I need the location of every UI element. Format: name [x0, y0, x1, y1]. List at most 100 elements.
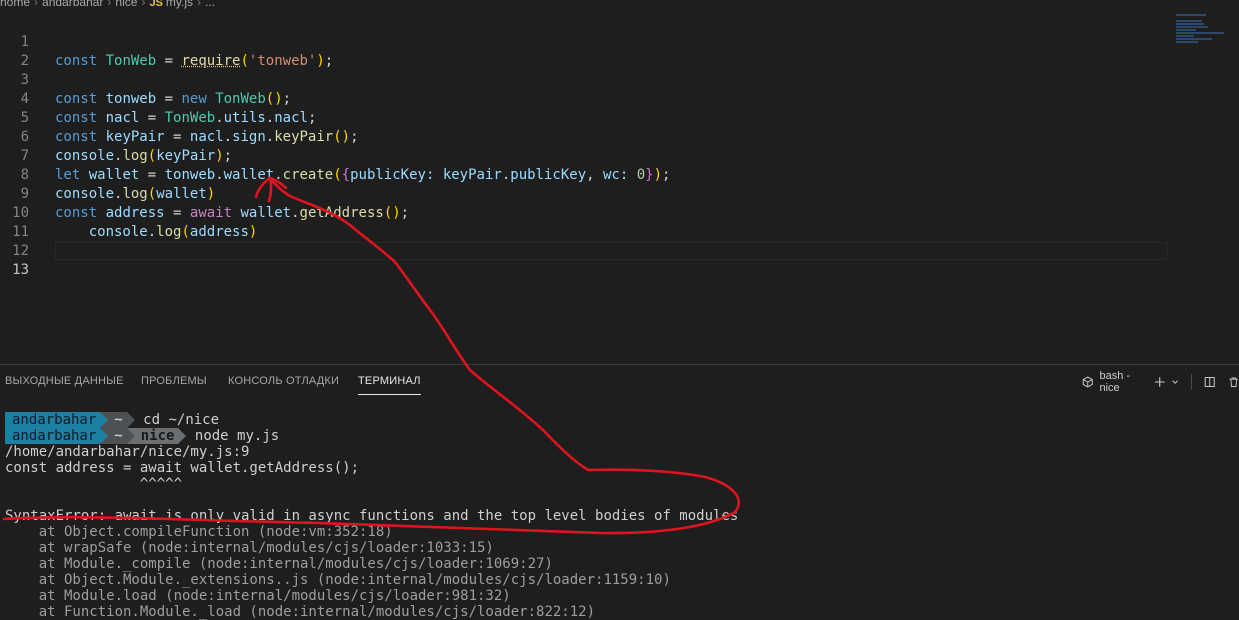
token-punct: ; [400, 205, 410, 221]
token-bracket: () [333, 129, 351, 145]
token-bracket: ) [653, 167, 663, 183]
code-line[interactable]: 4 const nacl = TonWeb.utils.nacl; [0, 71, 317, 126]
breadcrumb-user[interactable]: andarbahar [42, 0, 103, 9]
token-bracket: () [383, 205, 401, 221]
terminal-selector[interactable]: bash - nice [1099, 370, 1143, 394]
token-operator: = [156, 91, 182, 107]
code-line[interactable]: 9 const address = await wallet.getAddres… [0, 166, 410, 221]
token-variable: address [105, 205, 165, 221]
prompt-separator [126, 428, 135, 444]
minimap[interactable] [1176, 14, 1226, 44]
code-editor[interactable]: 1 const TonWeb = require('tonweb'); 2 3 … [0, 14, 1239, 364]
token-bracket: { [341, 167, 351, 183]
line-number-active: 13 [12, 262, 29, 278]
token-variable: nacl [189, 129, 224, 145]
error-message: SyntaxError: await is only valid in asyn… [5, 508, 739, 524]
bottom-panel: ВЫХОДНЫЕ ДАННЫЕ ПРОБЛЕМЫ КОНСОЛЬ ОТЛАДКИ… [0, 364, 1239, 620]
stack-line: at Module._compile (node:internal/module… [5, 556, 553, 572]
panel-tabs: ВЫХОДНЫЕ ДАННЫЕ ПРОБЛЕМЫ КОНСОЛЬ ОТЛАДКИ… [0, 365, 1239, 399]
breadcrumb-home[interactable]: home [0, 0, 30, 9]
token-dot: . [215, 167, 224, 183]
breadcrumb-tail[interactable]: ... [205, 0, 215, 9]
stack-line: at wrapSafe (node:internal/modules/cjs/l… [5, 540, 494, 556]
terminal-icon [1082, 376, 1093, 388]
token-bracket: ( [240, 53, 249, 69]
token-operator: = [164, 205, 190, 221]
code-line[interactable]: 12 [0, 223, 34, 259]
token-operator: = [156, 53, 182, 69]
breadcrumb-folder[interactable]: nice [115, 0, 137, 9]
code-line[interactable]: 3 const tonweb = new TonWeb(); [0, 52, 292, 107]
token-punct: : [619, 167, 637, 183]
code-line[interactable]: 11 [0, 204, 34, 240]
tab-output[interactable]: ВЫХОДНЫЕ ДАННЫЕ [5, 375, 124, 387]
token-punct: , [586, 167, 603, 183]
code-line[interactable]: 5 const keyPair = nacl.sign.keyPair(); [0, 90, 359, 145]
code-line[interactable]: 7 let wallet = tonweb.wallet.create({pub… [0, 128, 671, 183]
token-function: log [122, 148, 148, 164]
token-punct: ; [223, 148, 233, 164]
token-keyword: const [55, 205, 98, 221]
trash-icon[interactable] [1228, 375, 1239, 389]
token-operator: = [139, 110, 165, 126]
token-keyword: const [55, 53, 98, 69]
token-dot: . [223, 129, 233, 145]
token-dot: . [265, 110, 275, 126]
code-line[interactable]: 1 const TonWeb = require('tonweb'); [0, 14, 334, 69]
stack-line: at Function.Module._load (node:internal/… [5, 604, 596, 620]
token-property: nacl [274, 110, 308, 126]
chevron-down-icon[interactable] [1171, 377, 1179, 387]
code-line[interactable]: 10 console.log(address) [0, 185, 257, 240]
token-keyword: const [55, 91, 98, 107]
split-icon[interactable] [1204, 375, 1215, 389]
token-class: TonWeb [164, 110, 216, 126]
code-line[interactable]: 8 console.log(wallet) [0, 147, 216, 202]
stack-line: at Object.Module._extensions..js (node:i… [5, 572, 671, 588]
token-variable: console [55, 186, 115, 202]
token-property: wc [602, 167, 620, 183]
output-line: /home/andarbahar/nice/my.js:9 [5, 444, 250, 460]
code-line[interactable]: 13 [0, 242, 34, 278]
token-variable: TonWeb [105, 53, 157, 69]
prompt-command: node my.js [194, 428, 280, 444]
token-variable: keyPair [156, 148, 216, 164]
token-keyword: let [55, 167, 81, 183]
token-bracket: ( [147, 186, 157, 202]
breadcrumb-file[interactable]: my.js [166, 0, 193, 9]
token-property: publicKey [350, 167, 426, 183]
prompt-separator [100, 412, 109, 428]
token-property: publicKey [510, 167, 587, 183]
token-dot: . [291, 205, 300, 221]
token-function: getAddress [299, 205, 384, 221]
token-bracket: ( [181, 224, 190, 240]
chevron-right-icon: › [141, 0, 146, 9]
token-punct: ; [282, 91, 292, 107]
tab-debug-console[interactable]: КОНСОЛЬ ОТЛАДКИ [228, 375, 339, 387]
js-file-icon: JS [149, 0, 163, 9]
token-bracket: ) [206, 186, 216, 202]
plus-icon[interactable] [1154, 375, 1165, 389]
code-line[interactable]: 6 console.log(keyPair); [0, 109, 233, 164]
token-property: wallet [223, 167, 275, 183]
token-bracket: ( [333, 167, 342, 183]
prompt-dir: ~ [108, 412, 127, 428]
token-variable: address [189, 224, 249, 240]
toolbar-divider [1191, 374, 1193, 390]
token-bracket: ) [215, 148, 224, 164]
token-function: require [181, 53, 241, 69]
terminal-toolbar: bash - nice [1082, 370, 1239, 394]
code-line[interactable]: 2 [0, 33, 34, 69]
token-string: 'tonweb' [248, 53, 317, 69]
token-dot: . [215, 110, 224, 126]
tab-terminal[interactable]: ТЕРМИНАЛ [358, 375, 421, 395]
token-variable: tonweb [105, 91, 157, 107]
token-dot: . [147, 224, 157, 240]
token-bracket: ) [248, 224, 258, 240]
prompt-subdir: nice [134, 428, 179, 444]
token-operator: = [139, 167, 165, 183]
token-punct: ; [324, 53, 334, 69]
terminal-output[interactable]: andarbahar ~ cd ~/nice andarbahar ~ nice no… [5, 412, 738, 620]
tab-problems[interactable]: ПРОБЛЕМЫ [141, 375, 207, 387]
